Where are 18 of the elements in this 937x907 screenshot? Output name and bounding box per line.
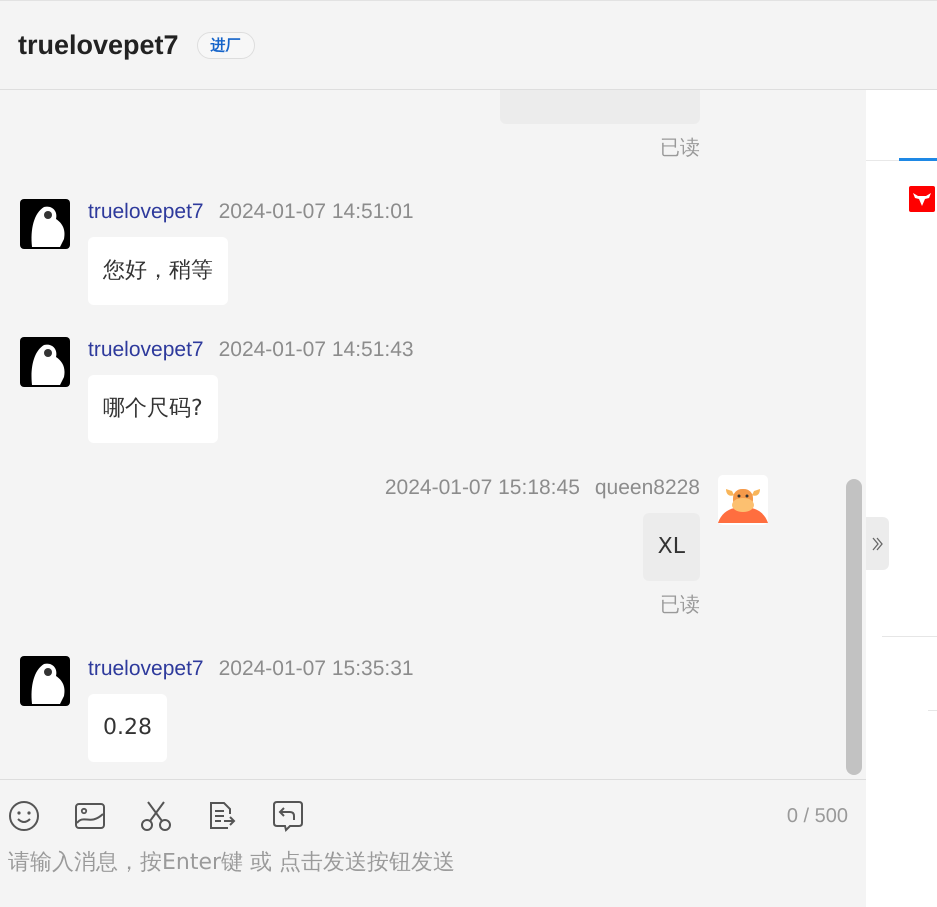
contact-name: truelovepet7 [18, 30, 179, 60]
timestamp: 2024-01-07 14:51:01 [218, 199, 414, 225]
message-input[interactable]: 请输入消息，按Enter键 或 点击发送按钮发送 [8, 846, 848, 879]
status-tag: 进厂 [196, 32, 255, 58]
timestamp: 2024-01-07 14:51:43 [218, 337, 414, 363]
timestamp: 2024-01-07 15:18:45 [384, 475, 580, 501]
character-counter: 0 / 500 [786, 804, 848, 828]
read-status: 已读 [660, 591, 700, 618]
sender-name: queen8228 [594, 475, 700, 501]
message-bubble: 0.28 [88, 694, 167, 762]
message-bubble: 哪个尺码? [88, 375, 218, 443]
read-status: 已读 [660, 134, 700, 161]
sender-name: truelovepet7 [88, 656, 204, 682]
message-bubble: 您好，稍等 [88, 237, 228, 305]
sender-name: truelovepet7 [88, 199, 204, 225]
timestamp: 2024-01-07 15:35:31 [218, 656, 414, 682]
message-bubble: XL [642, 513, 700, 581]
sender-name: truelovepet7 [88, 337, 204, 363]
